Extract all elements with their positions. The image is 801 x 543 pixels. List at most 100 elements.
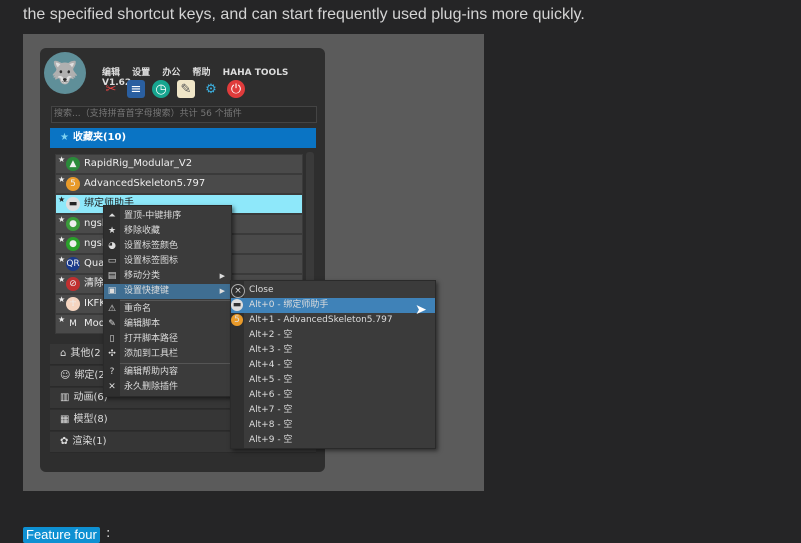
category-icon: ▦: [60, 414, 70, 425]
favorites-label: 收藏夹(10): [72, 132, 127, 143]
wolf-logo-icon: 🐺: [44, 52, 86, 94]
context-menu-item[interactable]: ✣ 添加到工具栏: [104, 347, 231, 362]
shortcut-label: Alt+5 - 空: [249, 375, 293, 385]
colon: :: [106, 526, 111, 541]
favorites-header[interactable]: ★ 收藏夹(10): [50, 128, 316, 148]
context-menu-item[interactable]: ◕ 设置标签颜色: [104, 239, 231, 254]
submenu-arrow-icon: ▶: [219, 272, 225, 280]
shortcut-menu-item[interactable]: Alt+9 - 空: [231, 433, 435, 448]
menu-item-icon: ▯: [109, 334, 115, 344]
menu-item-label: 移动分类: [124, 271, 161, 281]
menu-office[interactable]: 办公: [162, 68, 180, 78]
plugin-icon: ●: [66, 237, 80, 251]
menu-item-label: 设置标签图标: [124, 256, 179, 266]
shortcut-menu-item[interactable]: × Close: [231, 283, 435, 298]
menu-item-label: 编辑帮助内容: [124, 367, 179, 377]
book-icon[interactable]: ≡: [127, 80, 145, 98]
category-icon: ▥: [60, 392, 70, 403]
menu-item-label: 移除收藏: [124, 226, 161, 236]
menu-item-icon: ?: [109, 367, 115, 377]
category-label: 渲染(1): [72, 436, 107, 447]
menu-item-label: 打开脚本路径: [124, 334, 179, 344]
notepad-icon[interactable]: ✎: [177, 80, 195, 98]
menu-separator: [120, 300, 231, 301]
star-icon[interactable]: ★: [58, 231, 65, 249]
context-menu-item[interactable]: ▯ 打开脚本路径: [104, 332, 231, 347]
plugin-icon: QR: [66, 257, 80, 271]
context-menu-item[interactable]: ★ 移除收藏: [104, 224, 231, 239]
plugin-icon: 5: [66, 177, 80, 191]
context-menu-item[interactable]: ⏶ 置顶-中键排序: [104, 209, 231, 224]
menu-item-icon: ◕: [108, 241, 116, 251]
menu-item-label: 重命名: [124, 304, 152, 314]
close-icon: ×: [231, 284, 245, 298]
plugin-icon: M: [69, 319, 77, 329]
shortcut-menu-item[interactable]: Alt+6 - 空: [231, 388, 435, 403]
context-menu-item[interactable]: ▣ 设置快捷键 ▶: [104, 284, 231, 299]
shortcut-menu-item[interactable]: 5 Alt+1 - AdvancedSkeleton5.797: [231, 313, 435, 328]
context-menu-item[interactable]: ? 编辑帮助内容: [104, 365, 231, 380]
shortcut-label: Alt+8 - 空: [249, 420, 293, 430]
shortcut-label: Alt+6 - 空: [249, 390, 293, 400]
menu-item-label: 永久删除插件: [124, 382, 179, 392]
menu-help[interactable]: 帮助: [192, 68, 210, 78]
plugin-item[interactable]: ★ ▲ RapidRig_Modular_V2: [55, 154, 303, 174]
star-icon: ★: [60, 132, 69, 143]
plugin-icon: ▬: [231, 299, 243, 311]
shortcut-menu-item[interactable]: Alt+2 - 空: [231, 328, 435, 343]
plugin-name: 清除: [84, 278, 104, 289]
star-icon[interactable]: ★: [58, 271, 65, 289]
context-menu-item[interactable]: ⚠ 重命名: [104, 302, 231, 317]
context-menu: ⏶ 置顶-中键排序 ★ 移除收藏 ◕ 设置标签颜色 ▭ 设置标签图标 ▤ 移动分类 ▶ ▣ 设置快捷键 ▶…: [103, 205, 232, 397]
menu-settings[interactable]: 设置: [132, 68, 150, 78]
shortcut-menu-item[interactable]: Alt+4 - 空: [231, 358, 435, 373]
category-label: 其他(2: [70, 348, 101, 359]
shortcut-menu-item[interactable]: Alt+8 - 空: [231, 418, 435, 433]
shortcut-menu-item[interactable]: Alt+3 - 空: [231, 343, 435, 358]
submenu-arrow-icon: ▶: [219, 287, 225, 295]
star-icon[interactable]: ★: [58, 211, 65, 229]
star-icon[interactable]: ★: [58, 151, 65, 169]
star-icon[interactable]: ★: [58, 291, 65, 309]
star-icon[interactable]: ★: [58, 311, 65, 329]
context-menu-item[interactable]: ▭ 设置标签图标: [104, 254, 231, 269]
mouse-cursor-icon: ➤: [415, 302, 427, 318]
menu-item-icon: ▭: [107, 256, 117, 266]
menu-item-icon: ▣: [107, 286, 117, 296]
plugin-name: Mod: [84, 318, 106, 329]
search-input[interactable]: 搜索...（支持拼音首字母搜索）共计 56 个插件: [51, 106, 317, 123]
menu-item-icon: ★: [107, 226, 117, 236]
power-icon[interactable]: ⏻: [227, 80, 245, 98]
history-icon[interactable]: ◷: [152, 80, 170, 98]
plugin-icon: ▬: [66, 197, 80, 211]
gear-icon[interactable]: ⚙: [202, 80, 220, 98]
plugin-icon: ☥: [66, 297, 80, 311]
shortcut-label: Alt+7 - 空: [249, 405, 293, 415]
context-menu-item[interactable]: ✎ 编辑脚本: [104, 317, 231, 332]
menu-item-icon: ⏶: [108, 211, 116, 221]
tools-icon[interactable]: ✂: [102, 80, 120, 98]
plugin-item[interactable]: ★15AdvancedSkeleton5.797: [55, 174, 303, 202]
menu-item-label: 设置标签颜色: [124, 241, 179, 251]
context-menu-item[interactable]: ✕ 永久删除插件: [104, 380, 231, 395]
shortcut-label: Alt+9 - 空: [249, 435, 293, 445]
plugin-icon: 5: [231, 314, 243, 326]
shortcut-label: Close: [249, 285, 274, 295]
shortcut-menu-item[interactable]: Alt+5 - 空: [231, 373, 435, 388]
shortcut-menu-item[interactable]: Alt+7 - 空: [231, 403, 435, 418]
menu-item-label: 添加到工具栏: [124, 349, 179, 359]
menu-item-label: 设置快捷键: [124, 286, 170, 296]
plugin-name: AdvancedSkeleton5.797: [84, 178, 206, 189]
menu-item-icon: ✣: [108, 349, 116, 359]
menu-item-icon: ✎: [108, 319, 116, 329]
category-icon: ⌂: [60, 348, 67, 359]
shortcut-menu-item[interactable]: ▬ Alt+0 - 绑定师助手: [231, 298, 435, 313]
shortcut-label: Alt+0 - 绑定师助手: [249, 300, 329, 310]
toolbar: ✂ ≡ ◷ ✎ ⚙ ⏻: [102, 80, 245, 98]
plugin-icon: ⊘: [66, 277, 80, 291]
menu-edit[interactable]: 编辑: [102, 68, 120, 78]
context-menu-item[interactable]: ▤ 移动分类 ▶: [104, 269, 231, 284]
shortcut-label: Alt+3 - 空: [249, 345, 293, 355]
category-icon: ✿: [60, 436, 69, 447]
star-icon[interactable]: ★: [58, 251, 65, 269]
